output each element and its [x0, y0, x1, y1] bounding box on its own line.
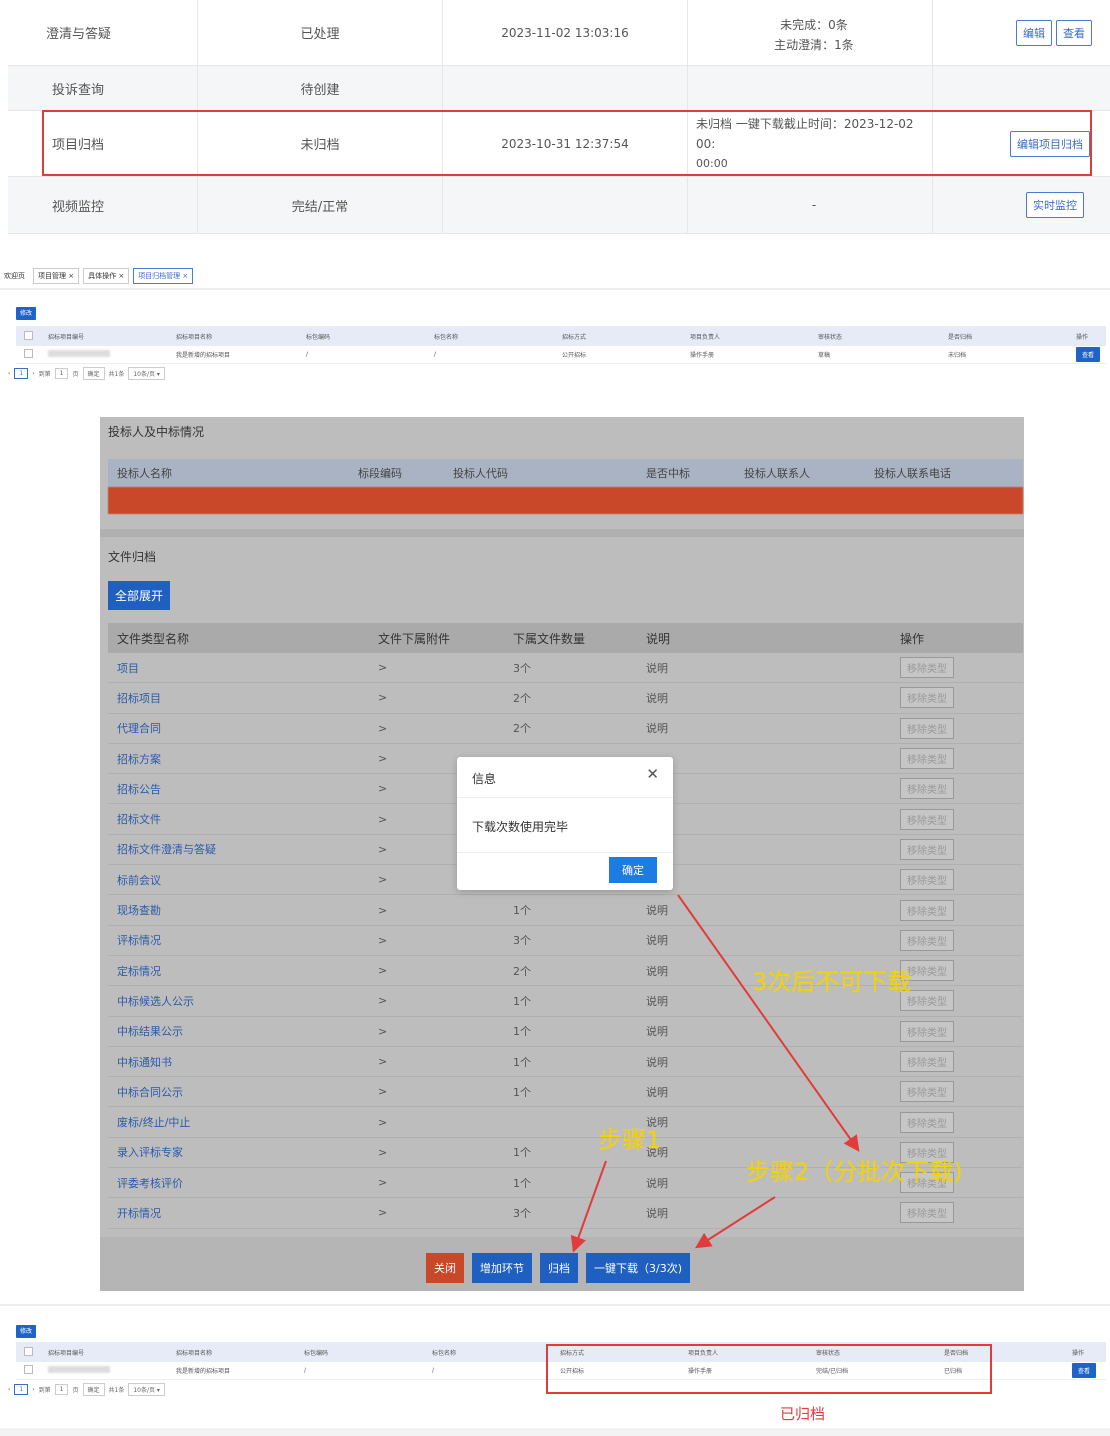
col-header: 招标方式 — [562, 333, 587, 341]
edit-button[interactable]: 编辑 — [1016, 19, 1052, 46]
cell: 我是新增的招标项目 — [176, 1368, 231, 1375]
cell: 公开招标 — [562, 352, 587, 359]
col-header: 操作 — [1072, 1349, 1085, 1357]
pagination: ‹ 1 › 到第 1 页 确定 共1条 10条/页 ▾ — [8, 367, 1106, 380]
col-header: 是否归档 — [948, 333, 973, 341]
col-header: 招标项目名称 — [176, 1349, 213, 1357]
col-header: 操作 — [1076, 333, 1089, 341]
tab-welcome[interactable]: 欢迎页 — [0, 269, 29, 283]
live-monitor-button[interactable]: 实时监控 — [1026, 192, 1084, 218]
col-header: 标包名称 — [434, 333, 459, 341]
cell: 我是新增的招标项目 — [176, 352, 231, 359]
per-page-select[interactable]: 10条/页 ▾ — [128, 1383, 165, 1396]
divider — [0, 288, 1110, 290]
col-header: 标包编码 — [306, 333, 331, 341]
page-button[interactable]: 1 — [14, 1384, 29, 1395]
col-header: 标包名称 — [432, 1349, 457, 1357]
page-unit: 页 — [72, 1387, 79, 1394]
row-type: 澄清与答疑 — [8, 0, 198, 65]
project-list: 修改 招标项目编号 招标项目名称 标包编码 标包名称 招标方式 项目负责人 审核… — [8, 307, 1106, 380]
cell: / — [434, 351, 437, 358]
view-button[interactable]: 查看 — [1076, 347, 1100, 362]
select-all-checkbox[interactable] — [24, 1346, 33, 1356]
row-time — [443, 66, 688, 110]
annotation-text: 步骤2（分批次下载) — [746, 1158, 963, 1186]
page-button[interactable]: 1 — [14, 368, 29, 379]
arrow-line — [694, 1196, 776, 1249]
blurred-id — [48, 1366, 110, 1373]
row-checkbox[interactable] — [24, 349, 33, 358]
per-page-select[interactable]: 10条/页 ▾ — [128, 367, 165, 380]
blurred-id — [48, 350, 110, 357]
annotation-text: 3次后不可下载 — [752, 968, 912, 996]
archived-note: 已归档 — [780, 1405, 826, 1423]
col-header: 标包编码 — [304, 1349, 329, 1357]
next-icon[interactable]: › — [32, 1386, 34, 1393]
tab-archive-management[interactable]: 项目归档管理 × — [133, 268, 194, 284]
desc-line: 主动澄清：1条 — [774, 37, 854, 52]
total-count: 共1条 — [108, 371, 125, 378]
row-status: 已处理 — [198, 0, 443, 65]
col-header: 招标项目编号 — [48, 1349, 85, 1357]
next-icon[interactable]: › — [32, 370, 34, 377]
view-button[interactable]: 查看 — [1072, 1363, 1096, 1378]
edit-button[interactable]: 修改 — [16, 1325, 37, 1338]
cell: 未归档 — [948, 352, 967, 359]
row-desc — [688, 66, 933, 110]
cell: 操作手册 — [690, 352, 715, 359]
row-type: 投诉查询 — [8, 66, 198, 110]
goto-label: 到第 — [38, 371, 51, 378]
row-time — [443, 177, 688, 233]
row-actions — [933, 66, 1110, 110]
table-row: 我是新增的招标项目 / / 公开招标 操作手册 草稿 未归档 查看 — [16, 346, 1106, 364]
arrow-line — [570, 1160, 607, 1253]
archive-modal: 投标人及中标情况 投标人名称 标段编码 投标人代码 是否中标 投标人联系人 投标… — [100, 417, 1024, 1291]
highlight-box — [546, 1344, 992, 1394]
page-input[interactable]: 1 — [54, 1384, 69, 1395]
row-status: 待创建 — [198, 66, 443, 110]
table-row: 视频监控 完结/正常 - 实时监控 — [8, 177, 1110, 234]
tab-operation[interactable]: 具体操作 × — [83, 268, 130, 284]
row-time: 2023-11-02 13:03:16 — [443, 0, 688, 65]
confirm-button[interactable]: 确定 — [82, 1383, 105, 1396]
row-status: 完结/正常 — [198, 177, 443, 233]
cell: / — [432, 1367, 435, 1374]
bottom-bar — [0, 1428, 1110, 1436]
cell: 草稿 — [818, 352, 831, 359]
divider — [0, 1304, 1110, 1306]
cell: / — [306, 351, 309, 358]
annotation-text: 步骤1 — [598, 1126, 662, 1154]
col-header: 招标项目名称 — [176, 333, 213, 341]
col-header: 审核状态 — [818, 333, 843, 341]
row-desc: 未完成：0条 主动澄清：1条 — [688, 0, 933, 65]
highlight-box — [42, 110, 1092, 176]
col-header: 招标项目编号 — [48, 333, 85, 341]
row-actions: 实时监控 — [933, 177, 1110, 233]
cell: / — [304, 1367, 307, 1374]
tab-project-management[interactable]: 项目管理 × — [33, 268, 80, 284]
prev-icon[interactable]: ‹ — [8, 1386, 10, 1393]
edit-button[interactable]: 修改 — [16, 307, 37, 320]
list-header: 招标项目编号 招标项目名称 标包编码 标包名称 招标方式 项目负责人 审核状态 … — [16, 326, 1106, 346]
confirm-button[interactable]: 确定 — [82, 367, 105, 380]
row-actions: 编辑 查看 — [933, 0, 1110, 65]
total-count: 共1条 — [108, 1387, 125, 1394]
prev-icon[interactable]: ‹ — [8, 370, 10, 377]
row-desc: - — [688, 177, 933, 233]
arrow-line — [677, 894, 860, 1152]
page-input[interactable]: 1 — [54, 368, 69, 379]
desc-line: 未完成：0条 — [780, 17, 848, 32]
row-checkbox[interactable] — [24, 1365, 33, 1374]
table-row: 澄清与答疑 已处理 2023-11-02 13:03:16 未完成：0条 主动澄… — [8, 0, 1110, 66]
view-button[interactable]: 查看 — [1056, 19, 1092, 46]
page-unit: 页 — [72, 371, 79, 378]
tab-bar: 欢迎页 项目管理 × 具体操作 × 项目归档管理 × — [0, 268, 197, 284]
select-all-checkbox[interactable] — [24, 330, 33, 340]
col-header: 项目负责人 — [690, 333, 721, 341]
table-row: 投诉查询 待创建 — [8, 66, 1110, 111]
goto-label: 到第 — [38, 1387, 51, 1394]
row-type: 视频监控 — [8, 177, 198, 233]
